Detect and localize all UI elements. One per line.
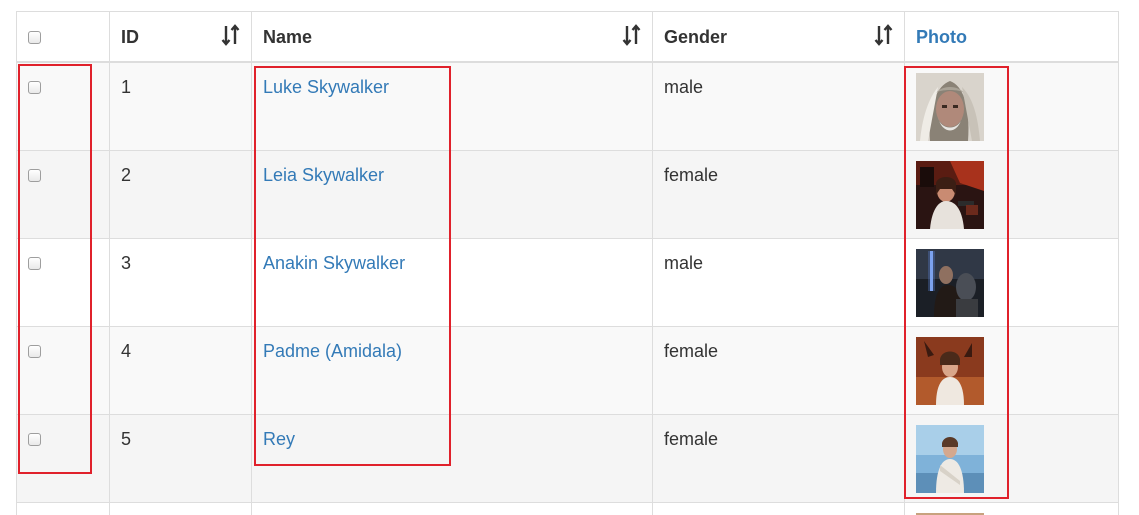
name-cell: Anakin Skywalker	[251, 238, 653, 327]
name-header-label: Name	[263, 27, 313, 47]
photo-anakin-thumbnail[interactable]	[916, 249, 984, 317]
gender-cell: male	[652, 238, 905, 327]
id-value: 1	[121, 77, 132, 97]
name-link[interactable]: Leia Skywalker	[263, 165, 384, 185]
id-value: 3	[121, 253, 132, 273]
photo-header-label[interactable]: Photo	[905, 25, 967, 48]
select-cell	[16, 326, 110, 415]
gender-cell: female	[652, 150, 905, 239]
gender-header-label: Gender	[664, 27, 728, 47]
table-header: ID Name Gender Photo	[16, 11, 1119, 63]
gender-cell	[652, 502, 905, 515]
photo-column-header[interactable]: Photo	[904, 11, 1119, 63]
photo-rey-thumbnail[interactable]	[916, 425, 984, 493]
id-value: 2	[121, 165, 132, 185]
select-cell	[16, 150, 110, 239]
name-cell: Padme (Amidala)	[251, 326, 653, 415]
name-link[interactable]: Anakin Skywalker	[263, 253, 405, 273]
table-row	[16, 502, 1119, 515]
gender-value: female	[664, 429, 719, 449]
photo-cell	[904, 61, 1119, 151]
data-table-view: ID Name Gender Photo 1 Luke Skywalker ma…	[0, 0, 1139, 515]
name-column-header[interactable]: Name	[251, 11, 653, 63]
row-checkbox[interactable]	[28, 433, 41, 446]
table-row: 2 Leia Skywalker female	[16, 150, 1119, 239]
gender-cell: female	[652, 414, 905, 503]
photo-padme-thumbnail[interactable]	[916, 337, 984, 405]
select-cell	[16, 414, 110, 503]
table-row: 3 Anakin Skywalker male	[16, 238, 1119, 327]
id-cell: 4	[109, 326, 252, 415]
photo-luke-thumbnail[interactable]	[916, 73, 984, 141]
name-link[interactable]: Rey	[263, 429, 295, 449]
table-row: 4 Padme (Amidala) female	[16, 326, 1119, 415]
select-cell	[16, 238, 110, 327]
photo-cell	[904, 238, 1119, 327]
select-all-header	[16, 11, 110, 63]
gender-value: male	[664, 77, 704, 97]
photo-leia-thumbnail[interactable]	[916, 161, 984, 229]
id-cell: 1	[109, 61, 252, 151]
id-value: 5	[121, 429, 132, 449]
id-cell: 3	[109, 238, 252, 327]
sort-icon[interactable]	[622, 24, 642, 46]
name-cell: Leia Skywalker	[251, 150, 653, 239]
select-cell	[16, 502, 110, 515]
gender-cell: female	[652, 326, 905, 415]
gender-value: female	[664, 165, 719, 185]
id-header-label: ID	[121, 27, 139, 47]
name-cell	[251, 502, 653, 515]
photo-cell	[904, 414, 1119, 503]
row-checkbox[interactable]	[28, 345, 41, 358]
select-all-checkbox[interactable]	[28, 30, 41, 44]
header-row: ID Name Gender Photo	[16, 11, 1119, 63]
id-cell	[109, 502, 252, 515]
gender-value: female	[664, 341, 719, 361]
id-column-header[interactable]: ID	[109, 11, 252, 63]
row-checkbox[interactable]	[28, 257, 41, 270]
characters-table: ID Name Gender Photo 1 Luke Skywalker ma…	[16, 11, 1119, 515]
id-cell: 5	[109, 414, 252, 503]
row-checkbox[interactable]	[28, 169, 41, 182]
table-row: 1 Luke Skywalker male	[16, 61, 1119, 151]
name-cell: Luke Skywalker	[251, 61, 653, 151]
gender-value: male	[664, 253, 704, 273]
photo-cell	[904, 326, 1119, 415]
id-value: 4	[121, 341, 132, 361]
photo-cell	[904, 150, 1119, 239]
table-row: 5 Rey female	[16, 414, 1119, 503]
sort-icon[interactable]	[874, 24, 894, 46]
name-link[interactable]: Padme (Amidala)	[263, 341, 402, 361]
id-cell: 2	[109, 150, 252, 239]
name-cell: Rey	[251, 414, 653, 503]
name-link[interactable]: Luke Skywalker	[263, 77, 389, 97]
row-checkbox[interactable]	[28, 81, 41, 94]
select-cell	[16, 61, 110, 151]
sort-icon[interactable]	[221, 24, 241, 46]
gender-column-header[interactable]: Gender	[652, 11, 905, 63]
gender-cell: male	[652, 61, 905, 151]
photo-cell	[904, 502, 1119, 515]
table-body: 1 Luke Skywalker male 2 Leia Skywalker f…	[16, 61, 1119, 515]
